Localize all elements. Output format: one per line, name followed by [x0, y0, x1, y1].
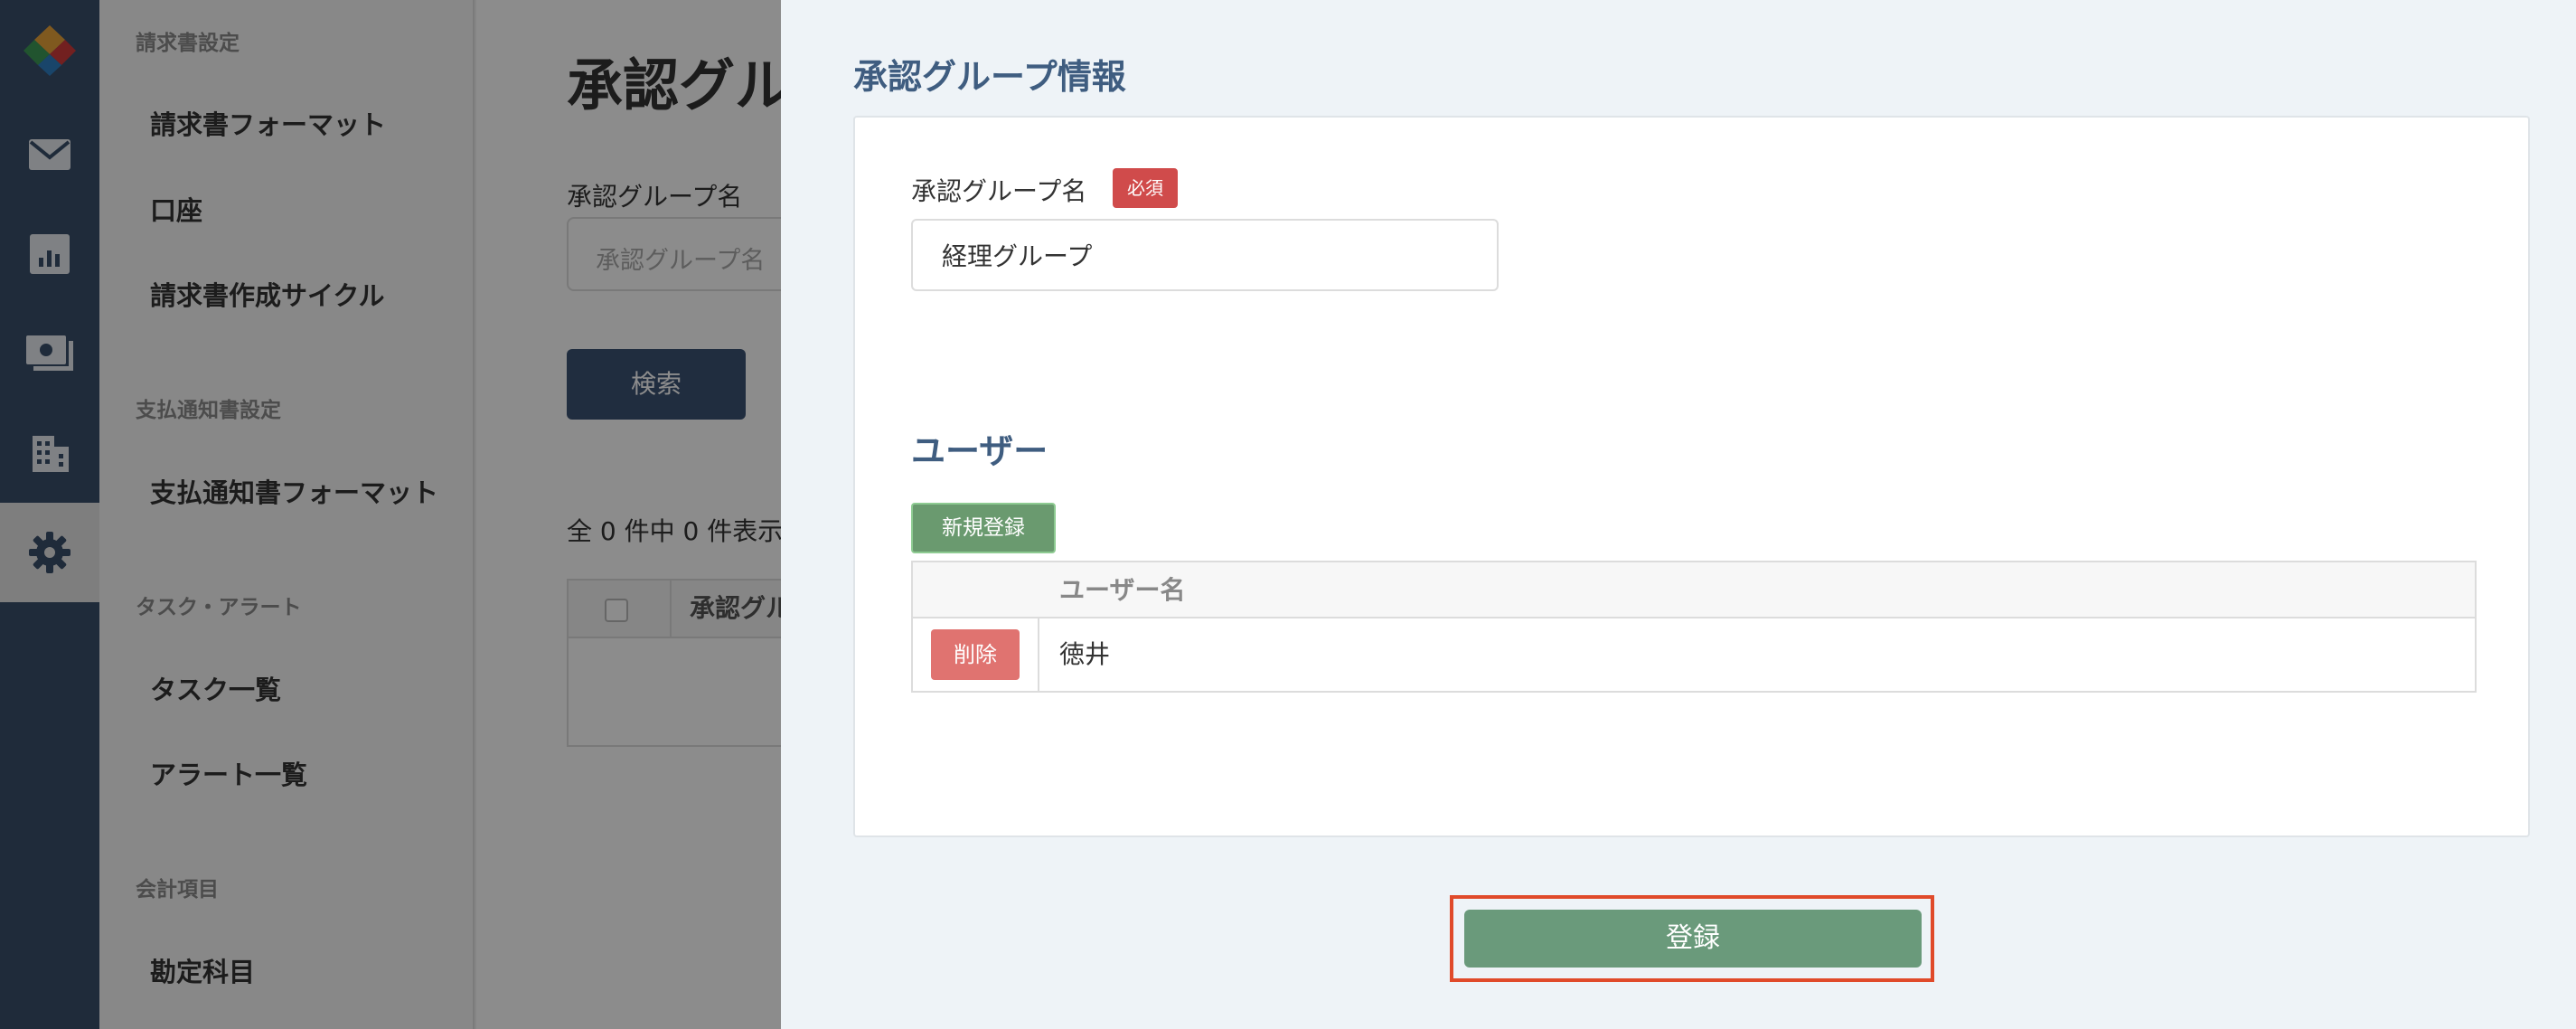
- delete-user-button[interactable]: 削除: [931, 629, 1020, 680]
- group-name-input[interactable]: [911, 219, 1499, 291]
- table-row: 削除 徳井: [913, 618, 2475, 691]
- approval-group-panel: 承認グループ情報 承認グループ名 必須 ユーザー 新規登録 ユーザー名 削除 徳…: [781, 0, 2576, 1029]
- users-heading: ユーザー: [911, 431, 1048, 471]
- submit-highlight-frame: 登録: [1450, 895, 1934, 982]
- modal-backdrop[interactable]: [0, 0, 781, 1029]
- required-badge: 必須: [1113, 168, 1178, 208]
- add-user-button[interactable]: 新規登録: [911, 503, 1056, 553]
- username-column-header: ユーザー名: [1059, 575, 1186, 605]
- group-name-label: 承認グループ名: [911, 176, 1087, 206]
- panel-title: 承認グループ情報: [853, 57, 1126, 97]
- user-table-header: ユーザー名: [913, 562, 2475, 618]
- user-table: ユーザー名 削除 徳井: [911, 561, 2477, 693]
- register-button[interactable]: 登録: [1464, 910, 1922, 968]
- user-name-cell: 徳井: [1059, 639, 1111, 669]
- form-card: 承認グループ名 必須 ユーザー 新規登録 ユーザー名 削除 徳井: [853, 116, 2530, 837]
